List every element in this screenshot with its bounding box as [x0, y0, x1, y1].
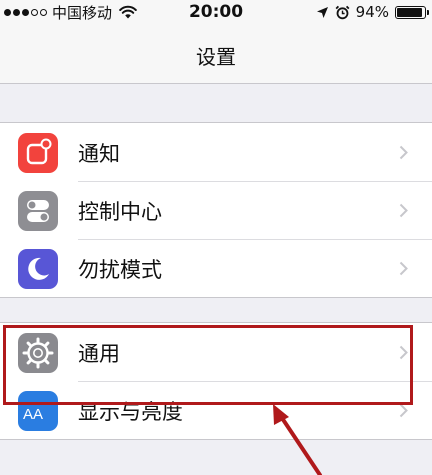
status-bar: 中国移动 20:00 94%: [0, 0, 432, 26]
battery-icon: [395, 5, 429, 19]
chevron-right-icon: [399, 203, 408, 218]
settings-row-notifications[interactable]: 通知: [0, 123, 432, 181]
highlight-box: [3, 325, 413, 405]
status-right: 94%: [316, 3, 429, 21]
control-center-icon: [18, 191, 58, 231]
settings-row-label: 控制中心: [78, 200, 162, 224]
aa-glyph: AA: [23, 406, 43, 423]
chevron-right-icon: [399, 145, 408, 160]
nav-bar: 设置: [0, 26, 432, 84]
battery-nub: [427, 9, 429, 15]
page-title: 设置: [196, 45, 236, 69]
chevron-right-icon: [399, 261, 408, 276]
do-not-disturb-moon-icon: [18, 249, 58, 289]
battery-percentage: 94%: [355, 3, 389, 21]
settings-row-label: 通知: [78, 142, 120, 166]
settings-group-1: 通知 控制中心 勿扰模式: [0, 122, 432, 298]
alarm-clock-icon: [335, 5, 350, 19]
annotation-arrow-icon: [273, 404, 322, 475]
settings-row-do-not-disturb[interactable]: 勿扰模式: [0, 239, 432, 297]
settings-row-control-center[interactable]: 控制中心: [0, 181, 432, 239]
chevron-right-icon: [399, 403, 408, 418]
settings-row-label: 勿扰模式: [78, 258, 162, 282]
location-arrow-icon: [316, 6, 328, 18]
notifications-icon: [18, 133, 58, 173]
battery-fill: [397, 7, 423, 17]
